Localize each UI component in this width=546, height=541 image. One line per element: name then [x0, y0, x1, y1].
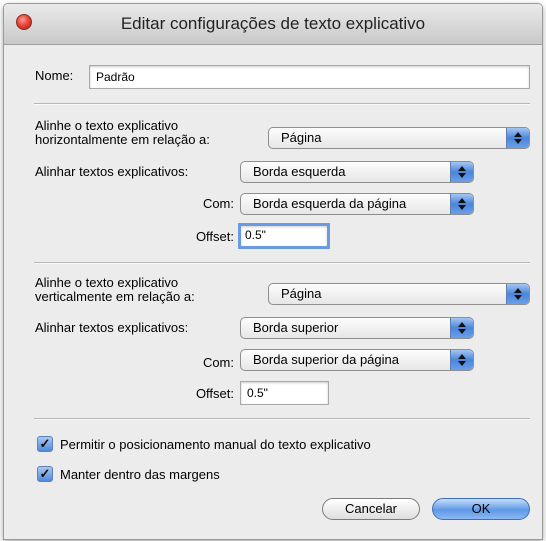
vertical-align-value: Borda superior	[253, 320, 339, 335]
updown-arrows-icon	[450, 350, 473, 370]
ok-button[interactable]: OK	[432, 498, 530, 520]
cancel-button[interactable]: Cancelar	[322, 498, 420, 520]
separator	[34, 262, 530, 264]
title-bar: Editar configurações de texto explicativ…	[4, 4, 542, 45]
vertical-with-value: Borda superior da página	[253, 352, 399, 367]
horizontal-with-value: Borda esquerda da página	[253, 196, 407, 211]
name-field[interactable]: Padrão	[89, 65, 530, 89]
separator	[34, 103, 530, 105]
updown-arrows-icon	[450, 194, 473, 214]
vertical-with-popup[interactable]: Borda superior da página	[240, 349, 474, 371]
horizontal-relative-label: Alinhe o texto explicativo horizontalmen…	[35, 118, 210, 147]
horizontal-offset-field[interactable]: 0.5"	[238, 223, 330, 249]
vertical-align-popup[interactable]: Borda superior	[240, 317, 474, 339]
manual-position-checkbox[interactable]: ✓	[37, 436, 53, 452]
updown-arrows-icon	[506, 128, 529, 148]
horizontal-relative-value: Página	[281, 130, 322, 145]
vertical-relative-label: Alinhe o texto explicativo verticalmente…	[35, 275, 195, 304]
vertical-relative-popup[interactable]: Página	[268, 283, 530, 305]
horizontal-offset-label: Offset:	[195, 229, 234, 244]
updown-arrows-icon	[506, 284, 529, 304]
manual-position-label: Permitir o posicionamento manual do text…	[60, 437, 371, 452]
name-label: Nome:	[35, 68, 74, 83]
vertical-align-label: Alinhar textos explicativos:	[35, 320, 189, 335]
horizontal-with-label: Com:	[202, 196, 234, 211]
updown-arrows-icon	[450, 162, 473, 182]
dialog-window: Editar configurações de texto explicativ…	[3, 3, 543, 540]
window-title: Editar configurações de texto explicativ…	[120, 14, 426, 33]
horizontal-align-label: Alinhar textos explicativos:	[35, 164, 189, 179]
updown-arrows-icon	[450, 318, 473, 338]
horizontal-align-popup[interactable]: Borda esquerda	[240, 161, 474, 183]
horizontal-relative-popup[interactable]: Página	[268, 127, 530, 149]
separator	[34, 418, 530, 420]
horizontal-align-value: Borda esquerda	[253, 164, 346, 179]
keep-margins-checkbox[interactable]: ✓	[37, 466, 53, 482]
horizontal-with-popup[interactable]: Borda esquerda da página	[240, 193, 474, 215]
vertical-offset-label: Offset:	[195, 386, 234, 401]
vertical-relative-value: Página	[281, 286, 322, 301]
vertical-offset-field[interactable]: 0.5"	[240, 381, 329, 405]
vertical-with-label: Com:	[202, 355, 234, 370]
keep-margins-label: Manter dentro das margens	[60, 467, 220, 482]
